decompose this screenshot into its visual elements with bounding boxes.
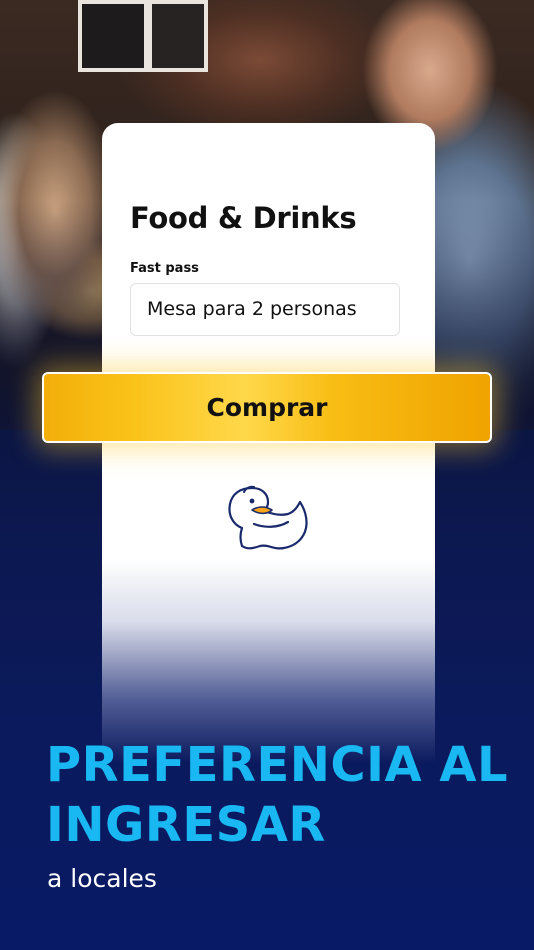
wall-picture-frame (148, 0, 208, 72)
duck-icon (228, 485, 308, 550)
buy-button[interactable]: Comprar (42, 372, 492, 443)
product-card: Food & Drinks Fast pass Mesa para 2 pers… (102, 123, 435, 763)
subheadline: a locales (47, 864, 157, 893)
table-selection-field[interactable]: Mesa para 2 personas (130, 283, 400, 336)
headline-line-2: INGRESAR (46, 797, 326, 853)
headline-line-1: PREFERENCIA AL (46, 737, 509, 793)
fast-pass-label: Fast pass (130, 261, 199, 276)
card-title: Food & Drinks (130, 201, 357, 235)
wall-picture-frame (78, 0, 148, 72)
headline: PREFERENCIA AL INGRESAR (46, 735, 526, 855)
